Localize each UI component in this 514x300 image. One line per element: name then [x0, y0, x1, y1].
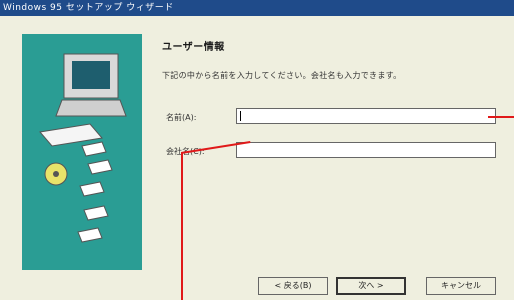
- back-button[interactable]: < 戻る(B): [258, 277, 328, 295]
- next-button[interactable]: 次へ >: [336, 277, 406, 295]
- callout-line-name: [488, 116, 514, 118]
- page-description: 下記の中から名前を入力してください。会社名も入力できます。: [162, 71, 402, 80]
- page-heading: ユーザー情報: [162, 42, 225, 53]
- callout-line-company: [181, 152, 183, 300]
- company-field[interactable]: [236, 142, 496, 158]
- setup-dialog: Windows 95 セットアップ ウィザード ユーザー情報 下記の中から名前を…: [0, 0, 514, 300]
- name-label: 名前(A):: [166, 113, 197, 122]
- title-bar: Windows 95 セットアップ ウィザード: [0, 0, 514, 16]
- text-caret: [240, 111, 241, 121]
- wizard-illustration: [22, 34, 142, 270]
- name-field[interactable]: [236, 108, 496, 124]
- computer-icon: [39, 53, 127, 243]
- cancel-button[interactable]: キャンセル: [426, 277, 496, 295]
